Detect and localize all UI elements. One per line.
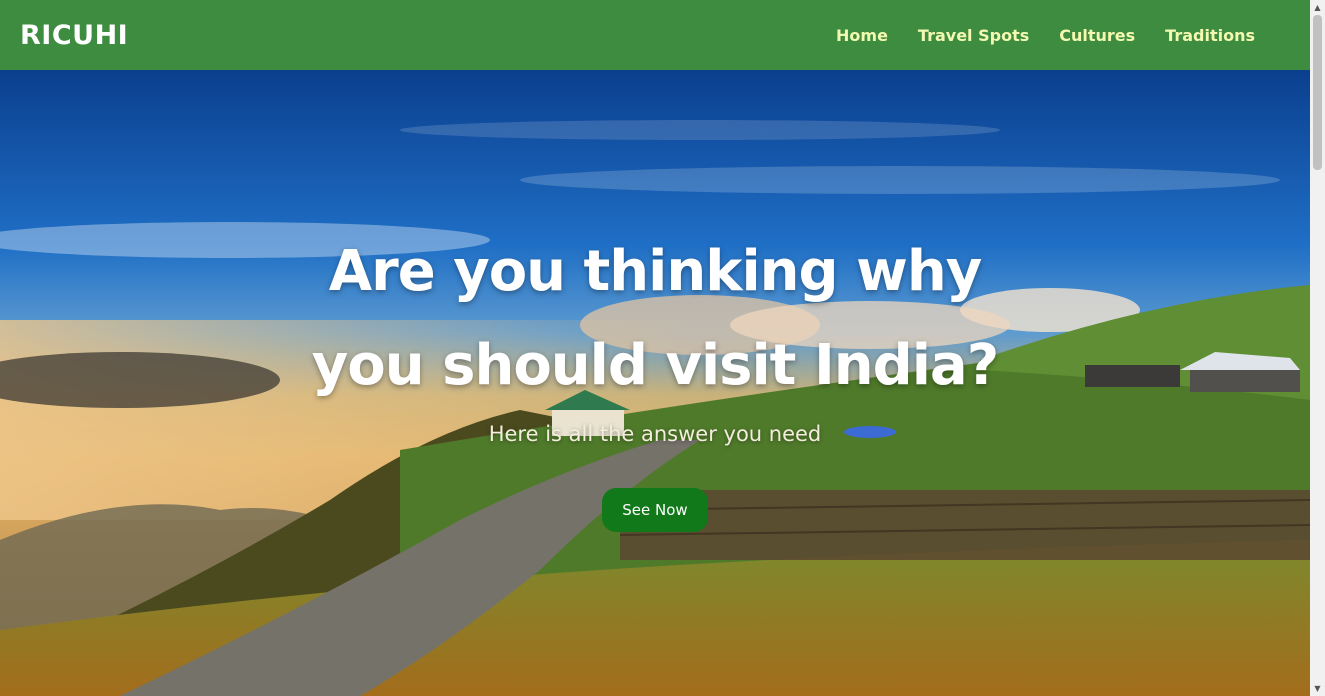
nav-link-traditions[interactable]: Traditions [1165,26,1255,45]
nav-links: Home Travel Spots Cultures Traditions [836,26,1255,45]
see-now-button[interactable]: See Now [602,488,708,532]
hero-section: Are you thinking why you should visit In… [0,70,1310,696]
chevron-down-icon[interactable]: ▼ [1310,681,1325,696]
hero-subheadline: Here is all the answer you need [488,422,822,446]
scrollbar-thumb[interactable] [1313,15,1322,170]
hero-headline-line-2: you should visit India? [311,333,999,398]
vertical-scrollbar[interactable]: ▲ ▼ [1310,0,1325,696]
brand-logo[interactable]: RICUHI [20,20,128,51]
nav-link-cultures[interactable]: Cultures [1059,26,1135,45]
nav-link-home[interactable]: Home [836,26,888,45]
top-navbar: RICUHI Home Travel Spots Cultures Tradit… [0,0,1310,70]
chevron-up-icon[interactable]: ▲ [1310,0,1325,15]
hero-content: Are you thinking why you should visit In… [0,70,1310,696]
hero-headline-line-1: Are you thinking why [328,239,982,304]
nav-link-travel-spots[interactable]: Travel Spots [918,26,1029,45]
